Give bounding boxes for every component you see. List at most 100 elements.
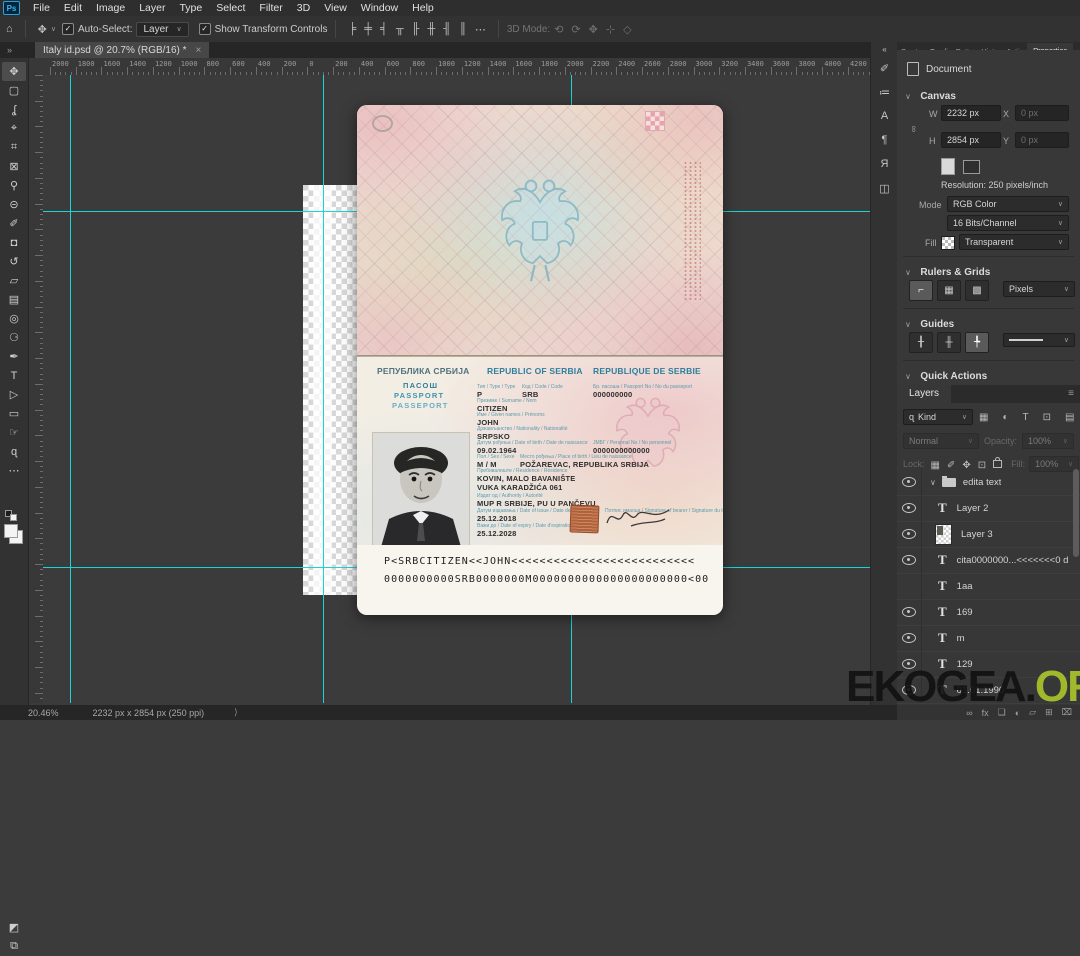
distribute-center-icon[interactable]: ╫ bbox=[427, 23, 435, 35]
ruler-corner[interactable] bbox=[28, 58, 44, 76]
tab-layers[interactable]: Layers bbox=[897, 385, 952, 406]
link-dimensions-icon[interactable]: ∞ bbox=[909, 126, 919, 132]
canvas-section-header[interactable]: ∨ Canvas bbox=[905, 86, 956, 104]
tool-clone-stamp[interactable]: ◘ bbox=[2, 233, 26, 252]
tool-history-brush[interactable]: ↺ bbox=[2, 252, 26, 271]
tool-frame[interactable]: ⊠ bbox=[2, 157, 26, 176]
rulers-grids-section-header[interactable]: ∨ Rulers & Grids bbox=[905, 262, 990, 280]
foreground-color-swatch[interactable] bbox=[4, 524, 18, 538]
align-left-icon[interactable]: ╞ bbox=[348, 23, 356, 35]
tool-eyedropper[interactable]: ⚲ bbox=[2, 176, 26, 195]
blend-mode-select[interactable]: Normal ∨ bbox=[903, 433, 979, 449]
menu-select[interactable]: Select bbox=[209, 2, 252, 14]
tool-hand[interactable]: ☞ bbox=[2, 423, 26, 442]
filter-kind-select[interactable]: ɋ Kind ∨ bbox=[903, 409, 973, 425]
brush-settings-panel-icon[interactable]: ✐ bbox=[871, 56, 898, 80]
lock-guides-button[interactable]: ╫ bbox=[937, 332, 961, 353]
menu-edit[interactable]: Edit bbox=[57, 2, 89, 14]
document-tab[interactable]: Italy id.psd @ 20.7% (RGB/16) * × bbox=[35, 42, 210, 58]
menu-layer[interactable]: Layer bbox=[132, 2, 172, 14]
tool-move[interactable]: ✥ bbox=[2, 62, 26, 81]
distribute-left-icon[interactable]: ╟ bbox=[412, 23, 420, 35]
layer-row-2[interactable]: Layer 3 bbox=[897, 521, 1080, 548]
canvas-area[interactable]: РЕПУБЛИКА СРБИЈА REPUBLIC OF SERBIA REPU… bbox=[43, 75, 870, 703]
tool-spot-healing-brush[interactable]: ⊝ bbox=[2, 195, 26, 214]
tool-zoom[interactable]: ɋ bbox=[2, 442, 26, 461]
layers-scrollbar[interactable] bbox=[1073, 469, 1079, 557]
toggle-guides-button[interactable]: ╂ bbox=[909, 332, 933, 353]
auto-select-checkbox[interactable]: ✓ bbox=[62, 23, 74, 35]
fill-swatch[interactable] bbox=[941, 236, 955, 250]
collapse-toolbar-icon[interactable]: » bbox=[7, 45, 12, 55]
tool-blur[interactable]: ◎ bbox=[2, 309, 26, 328]
align-center-horizontal-icon[interactable]: ╪ bbox=[364, 23, 372, 35]
filter-type-layers-icon[interactable]: T bbox=[1023, 412, 1029, 423]
glyphs-panel-icon[interactable]: Я bbox=[871, 152, 898, 176]
layer-visibility-toggle[interactable] bbox=[897, 521, 922, 547]
orientation-portrait-button[interactable] bbox=[941, 158, 955, 175]
chevron-down-icon[interactable]: ∨ bbox=[51, 25, 56, 33]
tool-brush[interactable]: ✐ bbox=[2, 214, 26, 233]
layer-visibility-toggle[interactable] bbox=[897, 495, 922, 521]
menu-window[interactable]: Window bbox=[354, 2, 405, 14]
tool-eraser[interactable]: ▱ bbox=[2, 271, 26, 290]
filter-adjustment-layers-icon[interactable]: ◐ bbox=[1002, 412, 1008, 423]
home-icon[interactable]: ⌂ bbox=[6, 23, 13, 35]
move-tool-icon[interactable]: ✥ bbox=[38, 23, 47, 36]
menu-filter[interactable]: Filter bbox=[252, 2, 289, 14]
status-chevron-icon[interactable]: ⟩ bbox=[234, 707, 238, 718]
layer-visibility-toggle[interactable] bbox=[897, 469, 922, 495]
layer-row-6[interactable]: Tm bbox=[897, 625, 1080, 652]
horizontal-ruler[interactable]: 2000 1800 1600 1400 1200 1000 800 600 400 200 0 200… bbox=[43, 58, 870, 76]
quick-actions-section-header[interactable]: ∨ Quick Actions bbox=[905, 366, 987, 384]
canvas-height-field[interactable]: 2854 px bbox=[941, 132, 1001, 148]
distribute-vertical-icon[interactable]: ║ bbox=[459, 23, 467, 35]
tool-type[interactable]: T bbox=[2, 366, 26, 385]
edit-guides-button[interactable]: ╄ bbox=[965, 332, 989, 353]
filter-pixel-layers-icon[interactable]: ▦ bbox=[979, 412, 988, 423]
toggle-pixel-grid-button[interactable]: ▩ bbox=[965, 280, 989, 301]
layer-visibility-toggle[interactable] bbox=[897, 547, 922, 573]
auto-select-target-select[interactable]: Layer ∨ bbox=[136, 21, 189, 37]
menu-view[interactable]: View bbox=[317, 2, 354, 14]
layer-visibility-toggle[interactable] bbox=[897, 573, 922, 599]
show-transform-checkbox[interactable]: ✓ bbox=[198, 23, 211, 35]
layer-row-0[interactable]: ∨ edita text bbox=[897, 469, 1080, 496]
orientation-landscape-button[interactable] bbox=[963, 160, 980, 174]
tool-path-selection[interactable]: ▷ bbox=[2, 385, 26, 404]
clone-source-panel-icon[interactable]: ≔ bbox=[871, 80, 898, 104]
distribute-right-icon[interactable]: ╢ bbox=[443, 23, 451, 35]
bit-depth-select[interactable]: 16 Bits/Channel ∨ bbox=[947, 215, 1069, 231]
switch-colors-icon[interactable] bbox=[10, 514, 17, 521]
tool-object-selection[interactable]: ⌖ bbox=[2, 119, 26, 138]
layer-row-1[interactable]: T Layer 2 bbox=[897, 495, 1080, 522]
toggle-grid-button[interactable]: ▦ bbox=[937, 280, 961, 301]
menu-file[interactable]: File bbox=[26, 2, 57, 14]
layer-visibility-toggle[interactable] bbox=[897, 599, 922, 625]
quick-mask-button[interactable]: ◩ bbox=[2, 918, 26, 937]
canvas-width-field[interactable]: 2232 px bbox=[941, 105, 1001, 121]
paragraph-panel-icon[interactable]: ¶ bbox=[871, 128, 898, 152]
guide-vertical-1[interactable] bbox=[70, 75, 71, 703]
expand-panels-icon[interactable]: « bbox=[871, 42, 898, 56]
zoom-level-field[interactable]: 20.46% bbox=[28, 708, 59, 718]
align-right-icon[interactable]: ╡ bbox=[380, 23, 388, 35]
menu-3d[interactable]: 3D bbox=[290, 2, 317, 14]
filter-smart-objects-icon[interactable]: ▤ bbox=[1065, 412, 1074, 423]
layer-row-3[interactable]: Tcita0000000...<<<<<<<0 d bbox=[897, 547, 1080, 574]
tool-rectangular-marquee[interactable]: ▢ bbox=[2, 81, 26, 100]
close-icon[interactable]: × bbox=[196, 45, 202, 56]
align-top-icon[interactable]: ╥ bbox=[396, 23, 404, 35]
tool-edit-toolbar[interactable]: ⋯ bbox=[2, 461, 26, 480]
tool-crop[interactable]: ⌗ bbox=[2, 138, 26, 157]
layer-row-5[interactable]: T 169 bbox=[897, 599, 1080, 626]
tool-pen[interactable]: ✒ bbox=[2, 347, 26, 366]
lock-all-icon[interactable] bbox=[993, 457, 1003, 468]
tool-rectangle[interactable]: ▭ bbox=[2, 404, 26, 423]
fill-select[interactable]: Transparent ∨ bbox=[959, 234, 1069, 250]
tool-lasso[interactable]: ʆ bbox=[2, 100, 26, 119]
chevron-down-icon[interactable]: ∨ bbox=[930, 478, 936, 487]
libraries-panel-icon[interactable]: ◫ bbox=[871, 176, 898, 200]
opacity-select[interactable]: 100% ∨ bbox=[1022, 433, 1075, 449]
tool-dodge[interactable]: ⚆ bbox=[2, 328, 26, 347]
